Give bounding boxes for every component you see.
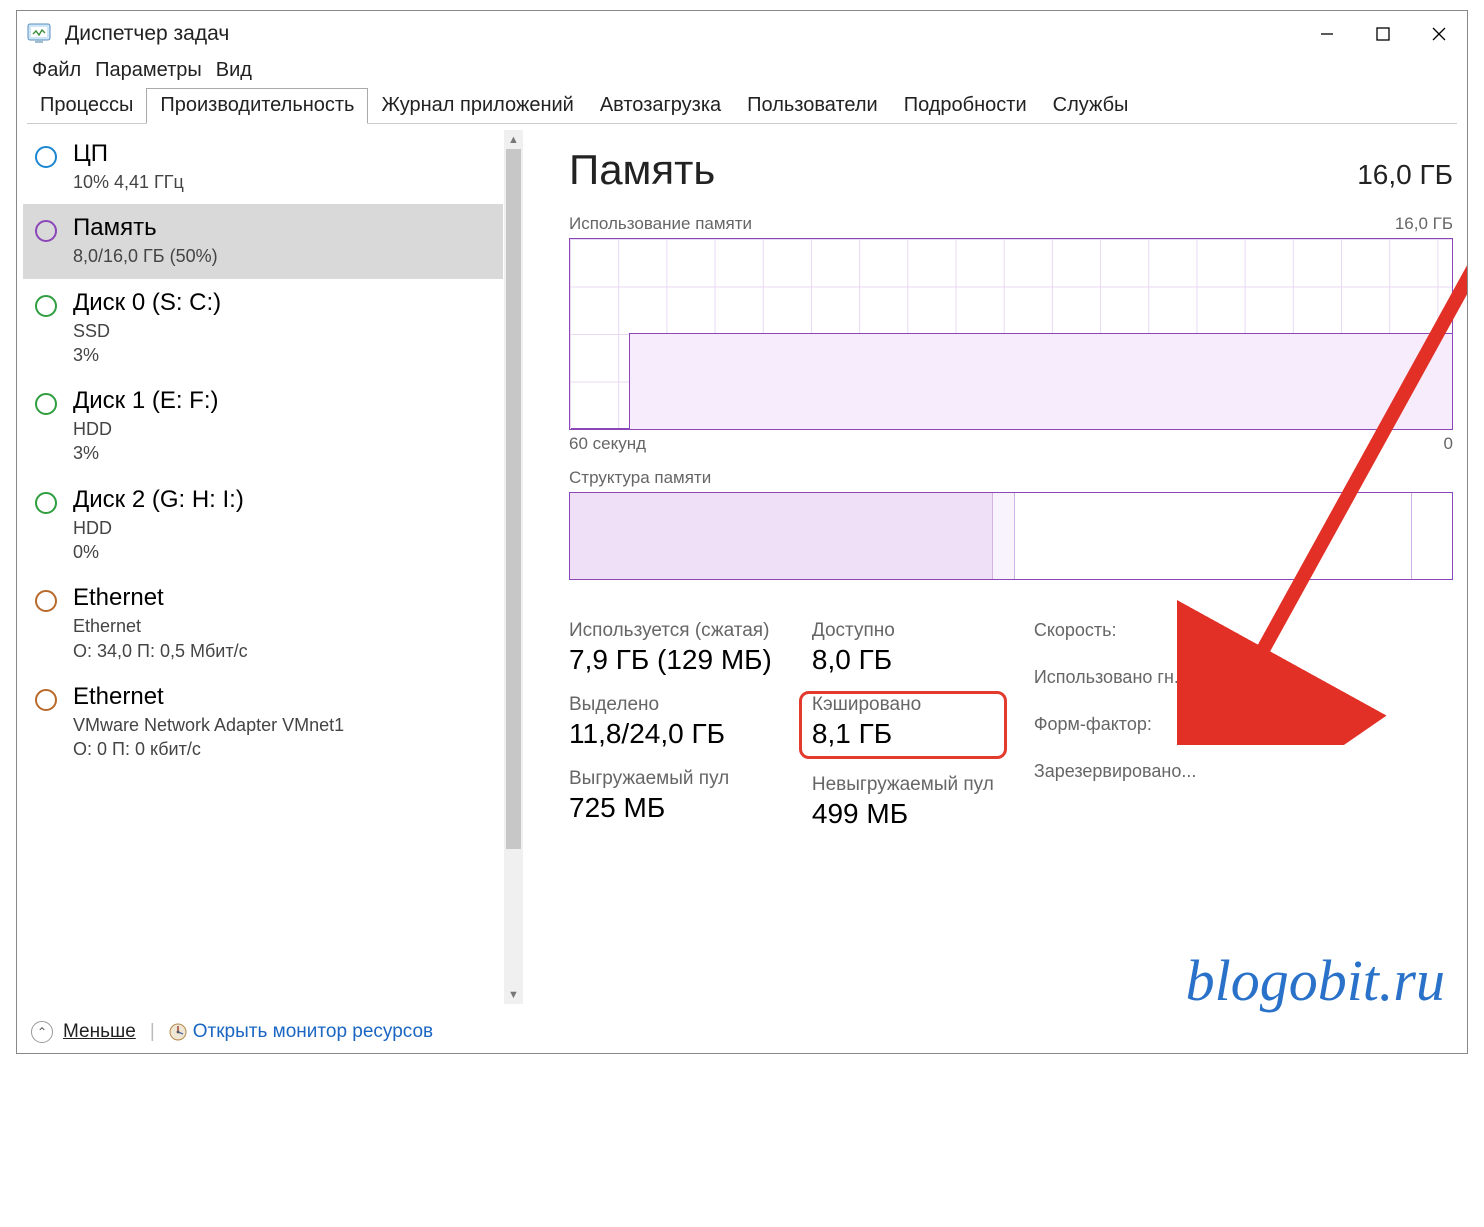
stat-stats-c1-1: Выделено11,8/24,0 ГБ [569,694,772,750]
composition-label: Структура памяти [569,468,711,488]
resource-item-4[interactable]: Диск 2 (G: H: I:)HDD0% [23,476,503,575]
window-title: Диспетчер задач [65,22,1299,46]
menu-options[interactable]: Параметры [90,59,207,82]
tab-users[interactable]: Пользователи [734,88,891,123]
axis-right: 0 [1444,434,1453,454]
stats-grid: Используется (сжатая)7,9 ГБ (129 МБ) Выде… [569,620,1453,830]
open-resource-monitor-link[interactable]: Открыть монитор ресурсов [169,1021,433,1043]
stat-stats-c2-1: Кэшировано8,1 ГБ [799,691,1007,759]
detail-total: 16,0 ГБ [1357,159,1453,191]
watermark: blogobit.ru [1186,947,1445,1014]
monitor-icon [169,1023,187,1041]
resource-icon [35,295,57,317]
detail-title: Память [569,146,715,194]
app-icon [27,22,55,46]
sidebar-scrollbar[interactable]: ▲ ▼ [504,130,523,1004]
memory-composition [569,492,1453,580]
usage-chart [569,238,1453,430]
tab-services[interactable]: Службы [1040,88,1142,123]
task-manager-window: Диспетчер задач Файл Параметры Вид Проце… [16,10,1468,1054]
menu-view[interactable]: Вид [211,59,257,82]
resource-icon [35,689,57,711]
tab-details[interactable]: Подробности [891,88,1040,123]
tabs: Процессы Производительность Журнал прило… [17,88,1467,124]
scroll-thumb[interactable] [506,149,521,849]
stat-stats-c1-0: Используется (сжатая)7,9 ГБ (129 МБ) [569,620,772,676]
monitor-link-text: Открыть монитор ресурсов [193,1021,433,1043]
stat-stats-side-0: Скорость: [1034,620,1197,643]
comp-standby [1015,493,1412,579]
resource-item-0[interactable]: ЦП10% 4,41 ГГц [23,130,503,204]
stat-stats-c2-2: Невыгружаемый пул499 МБ [812,774,994,830]
resource-sidebar: ЦП10% 4,41 ГГцПамять8,0/16,0 ГБ (50%)Дис… [23,130,523,1004]
minimize-button[interactable] [1299,14,1355,54]
resource-item-3[interactable]: Диск 1 (E: F:)HDD3% [23,377,503,476]
titlebar: Диспетчер задач [17,11,1467,57]
resource-icon [35,590,57,612]
scroll-up-icon[interactable]: ▲ [504,130,523,149]
resource-item-5[interactable]: EthernetEthernetО: 34,0 П: 0,5 Мбит/с [23,574,503,673]
window-controls [1299,14,1467,54]
comp-free [1412,493,1452,579]
resource-icon [35,146,57,168]
axis-left: 60 секунд [569,434,646,454]
chevron-up-icon[interactable]: ⌃ [31,1021,53,1043]
maximize-button[interactable] [1355,14,1411,54]
resource-icon [35,220,57,242]
footer: ⌃ Меньше | Открыть монитор ресурсов [17,1010,1467,1053]
stat-stats-c1-2: Выгружаемый пул725 МБ [569,768,772,824]
menubar: Файл Параметры Вид [17,57,1467,88]
resource-item-2[interactable]: Диск 0 (S: C:)SSD3% [23,279,503,378]
resource-item-1[interactable]: Память8,0/16,0 ГБ (50%) [23,204,503,278]
stat-stats-c2-0: Доступно8,0 ГБ [812,620,994,676]
tab-app-history[interactable]: Журнал приложений [368,88,586,123]
comp-in-use [570,493,993,579]
resource-item-6[interactable]: EthernetVMware Network Adapter VMnet1О: … [23,673,503,772]
stat-stats-side-2: Форм-фактор: [1034,714,1197,737]
tab-processes[interactable]: Процессы [27,88,146,123]
close-button[interactable] [1411,14,1467,54]
fewer-details-link[interactable]: Меньше [63,1021,136,1043]
scroll-down-icon[interactable]: ▼ [504,985,523,1004]
resource-icon [35,492,57,514]
usage-chart-max: 16,0 ГБ [1395,214,1453,234]
comp-modified [993,493,1015,579]
usage-chart-label: Использование памяти [569,214,752,234]
tab-startup[interactable]: Автозагрузка [587,88,734,123]
detail-pane: Память 16,0 ГБ Использование памяти 16,0… [523,130,1467,1004]
stat-stats-side-3: Зарезервировано... [1034,761,1197,784]
stat-stats-side-1: Использовано гн... [1034,667,1197,690]
resource-icon [35,393,57,415]
menu-file[interactable]: Файл [27,59,86,82]
tab-performance[interactable]: Производительность [146,88,368,124]
